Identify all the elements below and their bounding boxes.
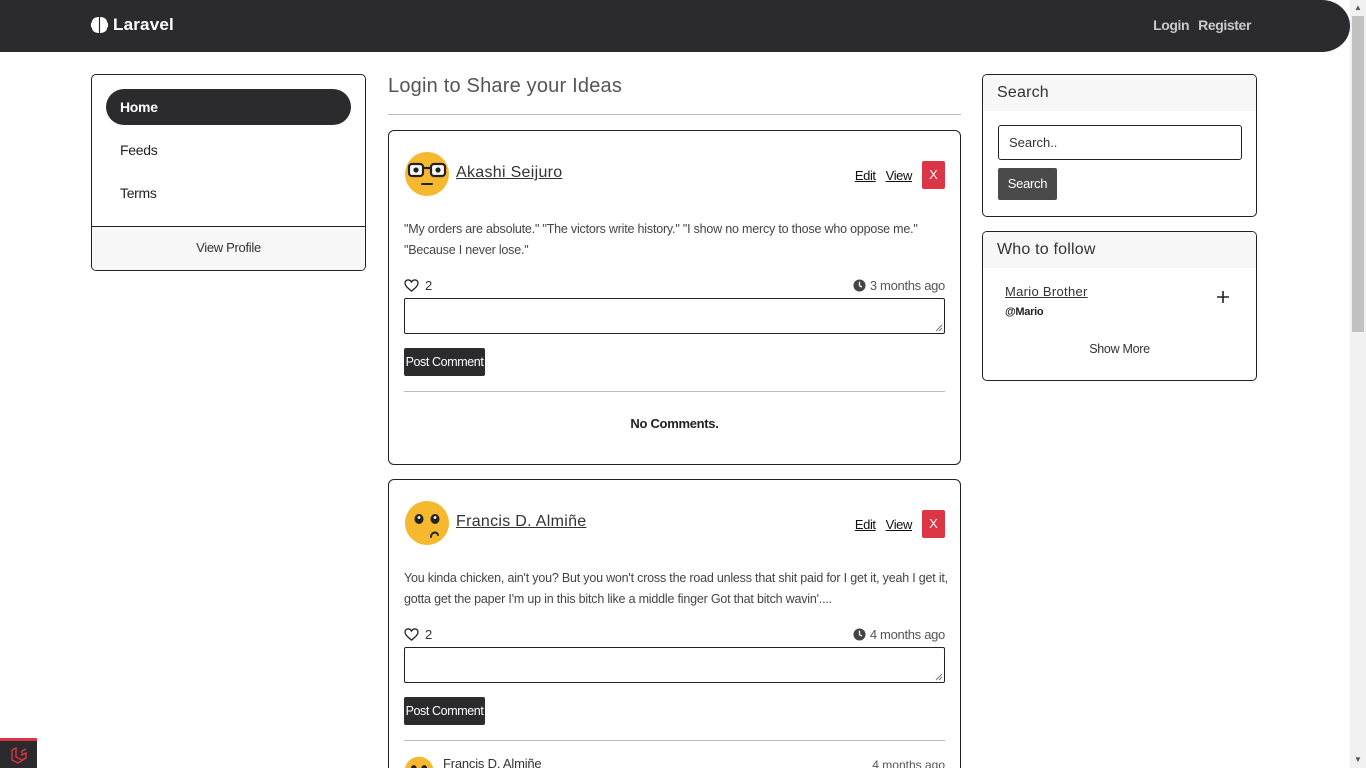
heading-divider — [388, 114, 961, 115]
search-card-title: Search — [983, 75, 1256, 111]
brand-logo[interactable]: Laravel — [90, 15, 174, 35]
clock-icon — [853, 279, 866, 292]
scroll-up-arrow-icon[interactable]: ▲ — [1350, 0, 1366, 16]
view-profile-link[interactable]: View Profile — [92, 226, 365, 270]
brand-name: Laravel — [113, 15, 174, 34]
no-comments-text: No Comments. — [630, 416, 719, 431]
scroll-down-arrow-icon[interactable]: ▼ — [1350, 752, 1366, 768]
like-counter[interactable]: 2 — [404, 278, 432, 293]
follow-user-name-link[interactable]: Mario Brother — [1005, 284, 1088, 299]
post-timestamp: 3 months ago — [853, 278, 945, 293]
search-button[interactable]: Search — [998, 168, 1057, 200]
post-timestamp: 4 months ago — [853, 627, 945, 642]
sidebar-item-home[interactable]: Home — [106, 89, 351, 125]
heart-icon[interactable] — [404, 279, 419, 292]
post-comment-button[interactable]: Post Comment — [404, 348, 485, 376]
post-time-text: 3 months ago — [869, 278, 945, 293]
search-card: Search Search — [982, 74, 1257, 217]
post-author-link[interactable]: Francis D. Almiñe — [456, 513, 586, 531]
laravel-logo-icon — [11, 747, 27, 764]
view-post-link[interactable]: View — [886, 517, 913, 532]
page-title: Login to Share your Ideas — [388, 75, 623, 97]
comments-divider — [404, 391, 945, 392]
idea-post-card: Francis D. Almiñe Edit View X You kinda … — [388, 479, 961, 768]
comment-author[interactable]: Francis D. Almiñe — [443, 756, 542, 768]
pleading-face-avatar-icon — [405, 501, 449, 545]
edit-post-link[interactable]: Edit — [855, 517, 876, 532]
nerd-face-avatar-icon — [405, 152, 449, 196]
show-more-link[interactable]: Show More — [983, 342, 1256, 356]
delete-post-button[interactable]: X — [922, 510, 945, 538]
clock-icon — [853, 628, 866, 641]
like-count: 2 — [425, 278, 433, 293]
debugbar-toggle[interactable] — [0, 738, 37, 768]
edit-post-link[interactable]: Edit — [855, 168, 876, 183]
post-content: You kinda chicken, ain't you? But you wo… — [404, 571, 948, 606]
search-input[interactable] — [998, 125, 1242, 160]
resize-handle-icon[interactable] — [935, 673, 943, 681]
like-counter[interactable]: 2 — [404, 627, 432, 642]
follow-user-handle: @Mario — [1005, 306, 1044, 318]
plus-icon[interactable] — [1216, 290, 1230, 304]
idea-post-card: Akashi Seijuro Edit View X "My orders ar… — [388, 130, 961, 465]
post-time-text: 4 months ago — [869, 627, 945, 642]
scrollbar-thumb[interactable] — [1352, 16, 1364, 332]
brain-icon — [90, 17, 109, 33]
comment-textarea[interactable] — [404, 647, 945, 683]
register-link[interactable]: Register — [1198, 17, 1251, 33]
sidebar-nav-card: Home Feeds Terms View Profile — [91, 74, 366, 271]
post-comment-button[interactable]: Post Comment — [404, 697, 485, 725]
pleading-face-avatar-icon — [404, 756, 434, 768]
post-content: "My orders are absolute." "The victors w… — [404, 222, 918, 257]
sidebar-item-feeds[interactable]: Feeds — [106, 132, 351, 168]
who-to-follow-card: Who to follow Mario Brother @Mario Show … — [982, 231, 1257, 381]
heart-icon[interactable] — [404, 628, 419, 641]
comments-divider — [404, 740, 945, 741]
comment-textarea[interactable] — [404, 298, 945, 334]
post-author-link[interactable]: Akashi Seijuro — [456, 164, 562, 182]
comment-item: Francis D. Almiñe 4 months ago — [404, 754, 945, 768]
follow-card-title: Who to follow — [983, 232, 1256, 268]
like-count: 2 — [425, 627, 433, 642]
delete-post-button[interactable]: X — [922, 161, 945, 189]
page-scrollbar[interactable]: ▲ ▼ — [1350, 0, 1366, 768]
top-navbar: Laravel Login Register — [0, 0, 1350, 52]
view-post-link[interactable]: View — [886, 168, 913, 183]
login-link[interactable]: Login — [1153, 17, 1190, 33]
resize-handle-icon[interactable] — [935, 324, 943, 332]
sidebar-item-terms[interactable]: Terms — [106, 175, 351, 211]
comment-time: 4 months ago — [872, 758, 945, 768]
